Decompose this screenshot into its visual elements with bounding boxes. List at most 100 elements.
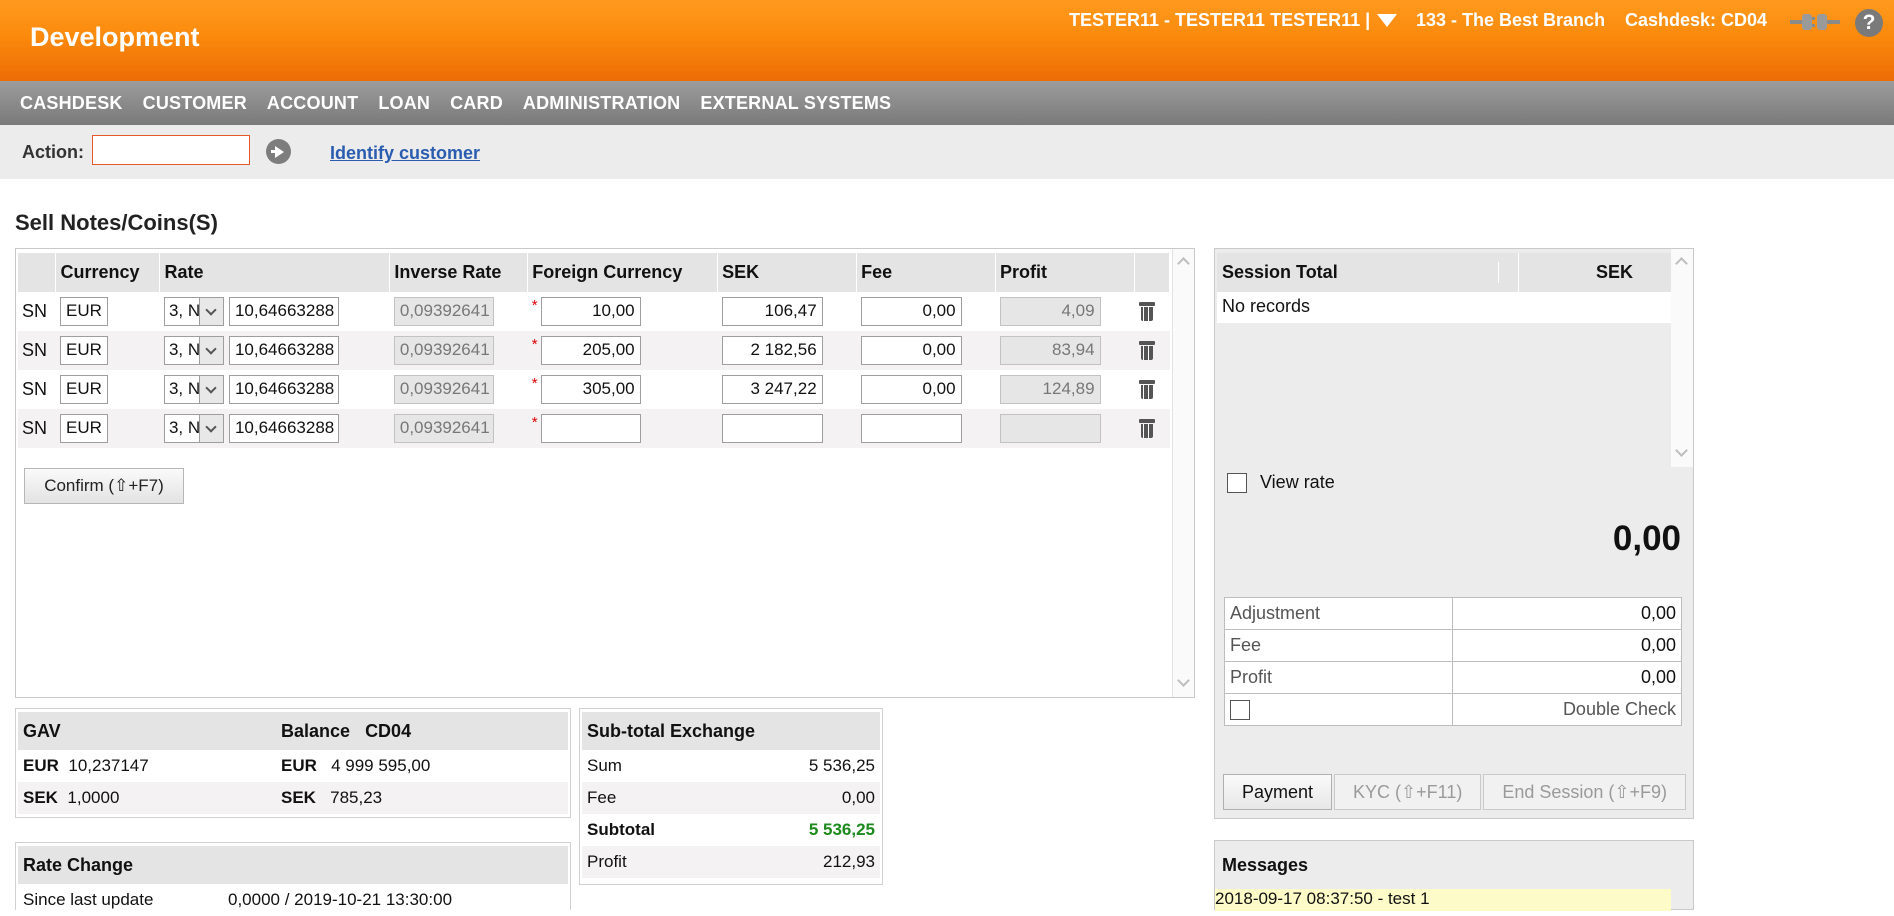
rate-field[interactable]: 10,64663288: [228, 336, 339, 365]
help-icon[interactable]: ?: [1855, 9, 1883, 37]
rate-select-value: 3, N: [168, 301, 199, 320]
scroll-down-icon[interactable]: [1675, 444, 1688, 457]
rate-change-panel: Rate Change Since last update 0,0000 / 2…: [15, 842, 571, 910]
scroll-up-icon[interactable]: [1675, 257, 1688, 270]
session-panel: Session Total SEK No records View rate 0…: [1214, 248, 1694, 819]
menu-item-customer[interactable]: CUSTOMER: [133, 93, 257, 114]
fee-field[interactable]: 0,00: [860, 336, 962, 365]
currency-field[interactable]: EUR: [59, 297, 108, 326]
rate-field[interactable]: 10,64663288: [228, 297, 339, 326]
adjustment-label: Fee: [1224, 629, 1453, 662]
rate-select[interactable]: 3, N: [163, 336, 224, 365]
payment-button[interactable]: Payment: [1223, 774, 1333, 810]
row-type: SN: [18, 409, 56, 448]
currency-field[interactable]: EUR: [59, 414, 108, 443]
chevron-down-icon[interactable]: [198, 415, 223, 442]
table-row: Fee 0,00: [1224, 629, 1682, 662]
rate-field[interactable]: 10,64663288: [228, 414, 339, 443]
trash-icon[interactable]: [1138, 419, 1156, 439]
adjustment-label: Adjustment: [1224, 597, 1453, 630]
message-item[interactable]: 2018-09-17 08:37:50 - test 1: [1215, 889, 1671, 911]
kyc-button[interactable]: KYC (⇧+F11): [1334, 774, 1482, 810]
sek-field[interactable]: 106,47: [721, 297, 823, 326]
rate-select[interactable]: 3, N: [163, 414, 224, 443]
fee-field[interactable]: 0,00: [860, 375, 962, 404]
session-total-title: Session Total: [1217, 262, 1499, 283]
action-label: Action:: [22, 142, 84, 162]
row-type: SN: [18, 331, 56, 370]
foreign-currency-field[interactable]: 305,00: [540, 375, 641, 404]
gav-value: 1,0000: [67, 788, 120, 807]
rate-select[interactable]: 3, N: [163, 375, 224, 404]
scroll-up-icon[interactable]: [1177, 257, 1190, 270]
view-rate[interactable]: View rate: [1227, 472, 1335, 493]
row-type: SN: [22, 301, 48, 321]
foreign-currency-field[interactable]: 205,00: [540, 336, 641, 365]
session-scrollbar[interactable]: [1671, 249, 1693, 467]
view-rate-label: View rate: [1260, 472, 1335, 492]
rate-field[interactable]: 10,64663288: [228, 375, 339, 404]
rate-select[interactable]: 3, N: [163, 297, 224, 326]
required-mark: *: [531, 375, 538, 392]
grid-scrollbar[interactable]: [1172, 249, 1194, 697]
inverse-rate-field: 0,09392641: [393, 414, 494, 443]
double-check-checkbox[interactable]: [1230, 700, 1250, 721]
identify-customer-link[interactable]: Identify customer: [330, 143, 480, 164]
session-sek-title: SEK: [1595, 262, 1633, 282]
trash-icon[interactable]: [1138, 380, 1156, 400]
col-sek: SEK: [717, 253, 858, 292]
profit-field: 83,94: [999, 336, 1101, 365]
currency-field[interactable]: EUR: [59, 375, 108, 404]
table-row: SN EUR 3, N 10,64663288 0,09392641 * 305,…: [18, 370, 1170, 409]
trash-icon[interactable]: [1138, 341, 1156, 361]
menu-item-administration[interactable]: ADMINISTRATION: [513, 93, 690, 114]
profit-field: 124,89: [999, 375, 1101, 404]
subtotal-label: Sum: [587, 756, 622, 775]
caret-down-icon[interactable]: [1377, 14, 1398, 27]
messages-panel: Messages 2018-09-17 08:37:50 - test 1: [1214, 840, 1694, 911]
foreign-currency-field[interactable]: 10,00: [540, 297, 641, 326]
table-row: EUR 10,237147 EUR 4 999 595,00: [18, 750, 568, 782]
scroll-down-icon[interactable]: [1177, 674, 1190, 687]
required-mark: *: [531, 297, 538, 314]
messages-title: Messages: [1222, 855, 1309, 875]
sek-field[interactable]: [721, 414, 823, 443]
rate-select-value: 3, N: [168, 340, 199, 359]
menu-item-external-systems[interactable]: EXTERNAL SYSTEMS: [690, 93, 901, 114]
chevron-down-icon[interactable]: [198, 298, 223, 325]
session-total-header: Session Total SEK: [1217, 253, 1671, 292]
sek-field[interactable]: 3 247,22: [721, 375, 823, 404]
app-header: Development TESTER11 - TESTER11 TESTER11…: [0, 0, 1894, 81]
menu-item-loan[interactable]: LOAN: [368, 93, 440, 114]
plug-icon[interactable]: [1790, 12, 1840, 32]
end-session-button[interactable]: End Session (⇧+F9): [1483, 774, 1686, 810]
balance-header-label: Balance: [281, 720, 351, 741]
chevron-down-icon[interactable]: [198, 337, 223, 364]
foreign-currency-field[interactable]: [540, 414, 641, 443]
trash-icon[interactable]: [1138, 302, 1156, 322]
col-delete: [1134, 253, 1171, 292]
gav-currency: EUR: [23, 756, 59, 775]
balance-currency: SEK: [281, 788, 316, 807]
menu-item-account[interactable]: ACCOUNT: [257, 93, 368, 114]
confirm-button[interactable]: Confirm (⇧+F7): [24, 468, 184, 504]
branch-label: 133 - The Best Branch: [1416, 10, 1606, 30]
chevron-down-icon[interactable]: [198, 376, 223, 403]
user-menu[interactable]: TESTER11 - TESTER11 TESTER11 |: [1069, 10, 1400, 31]
menu-item-card[interactable]: CARD: [440, 93, 513, 114]
fee-field[interactable]: [860, 414, 962, 443]
currency-field[interactable]: EUR: [59, 336, 108, 365]
adjustment-table: Adjustment 0,00 Fee 0,00 Profit 0,00 Dou…: [1224, 597, 1682, 726]
subtotal-value: 5 536,25: [808, 756, 875, 775]
go-arrow-icon[interactable]: [266, 139, 291, 164]
subtotal-label: Subtotal: [587, 820, 655, 839]
rate-select-value: 3, N: [168, 418, 199, 437]
view-rate-checkbox[interactable]: [1227, 472, 1247, 493]
action-input[interactable]: [92, 135, 250, 165]
table-row: Profit 0,00: [1224, 661, 1682, 694]
fee-field[interactable]: 0,00: [860, 297, 962, 326]
sek-field[interactable]: 2 182,56: [721, 336, 823, 365]
inverse-rate-field: 0,09392641: [393, 375, 494, 404]
menu-item-cashdesk[interactable]: CASHDESK: [10, 93, 133, 114]
subtotal-value: 212,93: [790, 846, 880, 878]
